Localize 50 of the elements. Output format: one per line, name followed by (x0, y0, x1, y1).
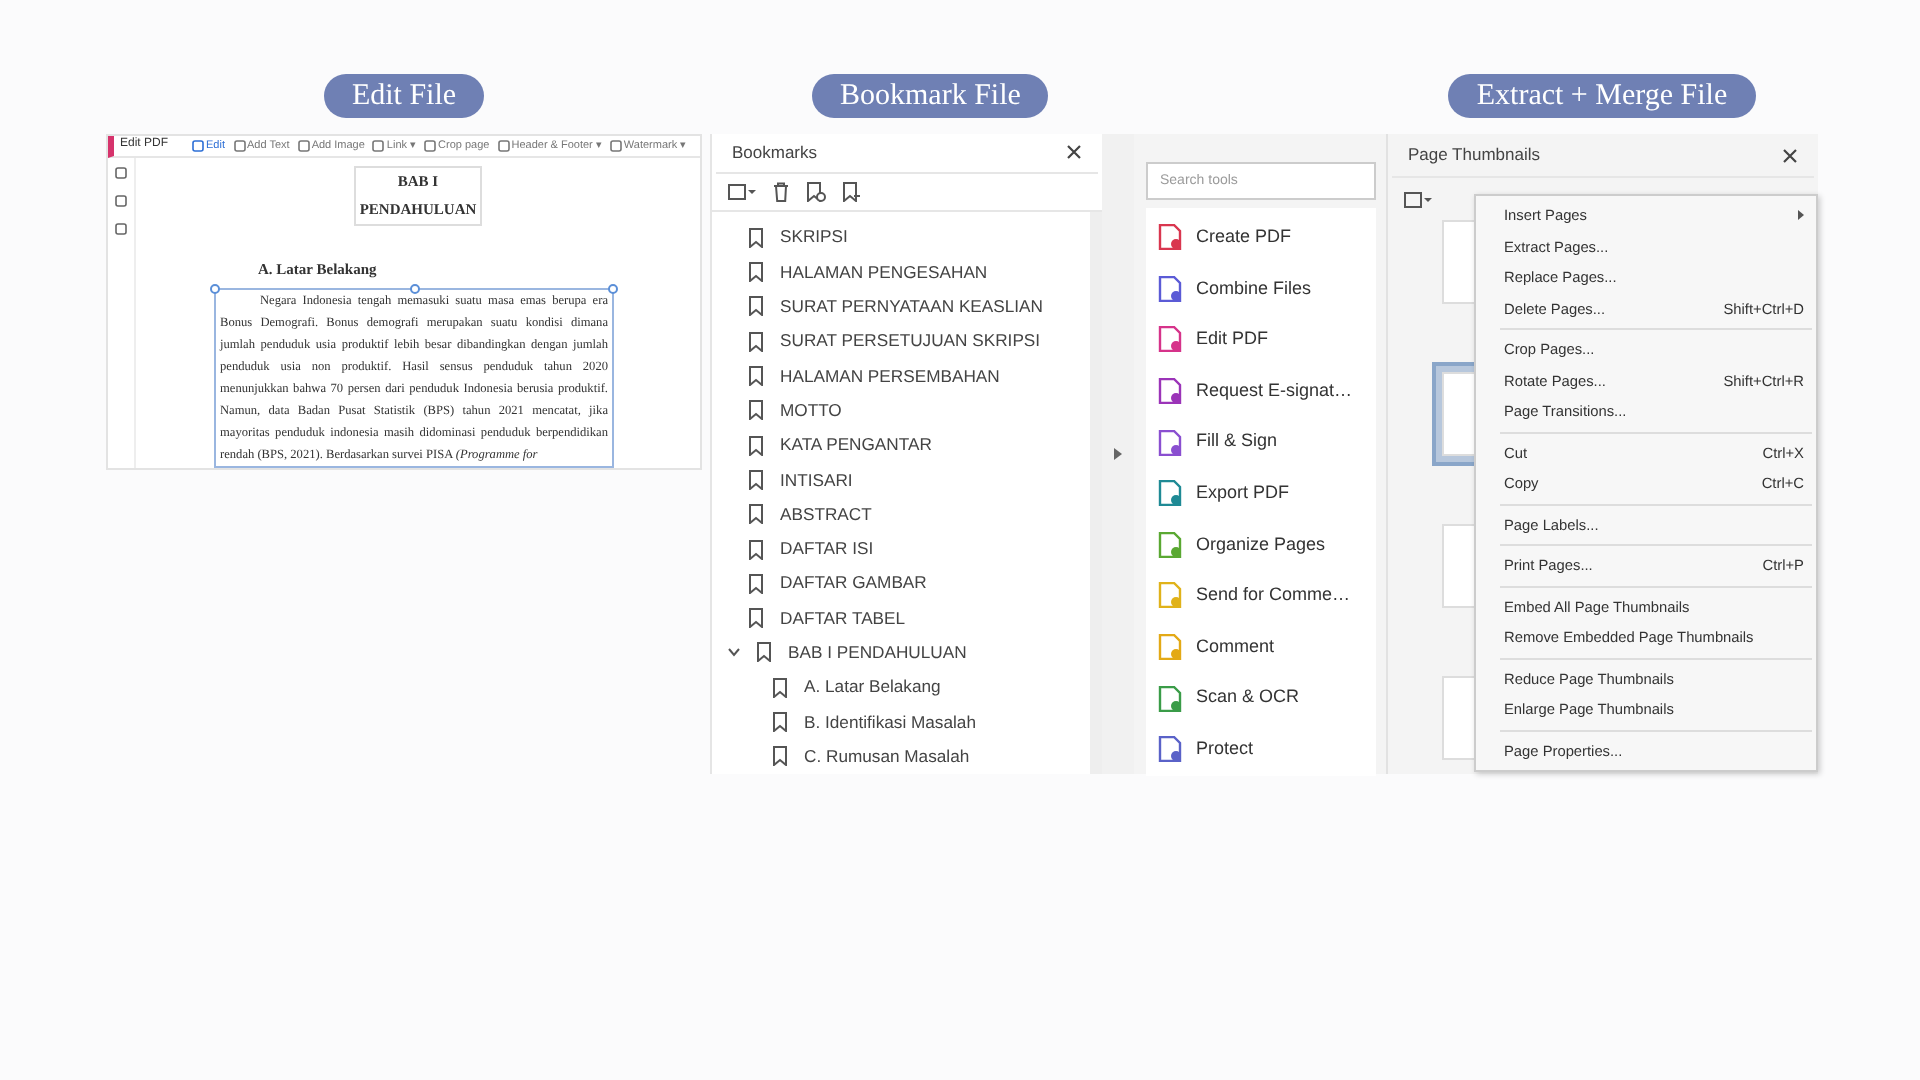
bookmark-item[interactable]: DAFTAR ISI (780, 536, 874, 563)
tool-item[interactable]: Comment (1146, 621, 1376, 673)
trash-icon[interactable] (772, 181, 790, 202)
bookmark-item[interactable]: HALAMAN PENGESAHAN (780, 259, 988, 286)
tool-item[interactable]: Protect (1146, 723, 1376, 776)
close-icon[interactable] (1066, 144, 1082, 161)
bookmark-item[interactable]: HALAMAN PERSEMBAHAN (780, 363, 1000, 390)
section-heading: Extract + Merge File (1448, 74, 1756, 118)
tool-icon (372, 139, 385, 152)
bookmark-item[interactable]: C. Rumusan Masalah (804, 743, 970, 770)
resize-handle[interactable] (210, 284, 220, 294)
panel-title: Bookmarks (732, 139, 818, 166)
bookmark-item[interactable]: SKRIPSI (780, 224, 848, 251)
tool-item[interactable]: Request E-signat… (1146, 365, 1376, 417)
tool-icon (609, 139, 622, 152)
section-heading: Bookmark File (812, 74, 1049, 118)
bookmark-item[interactable]: DAFTAR GAMBAR (780, 570, 927, 597)
tool-item[interactable]: Scan & OCR (1146, 672, 1376, 724)
bookmark-item[interactable]: BAB I PENDAHULUAN (788, 640, 967, 666)
tool-icon (497, 139, 510, 152)
bookmark-item[interactable]: ABSTRACT (780, 501, 872, 528)
tool-icon (424, 139, 437, 152)
tool-item[interactable]: Send for Comme… (1146, 570, 1376, 622)
section-heading: Edit File (323, 74, 485, 118)
collapse-caret-icon[interactable] (728, 646, 740, 659)
bookmark-item[interactable]: KATA PENGANTAR (780, 432, 932, 459)
tool-item[interactable]: Edit PDF (1146, 314, 1376, 366)
bookmark-item[interactable]: A. Latar Belakang (804, 674, 941, 701)
tool-item[interactable]: Fill & Sign (1146, 416, 1376, 468)
tool-icon (297, 139, 310, 152)
bookmark-item[interactable]: INTISARI (780, 467, 853, 493)
add-bookmark-icon[interactable] (806, 181, 826, 202)
bookmark-item[interactable]: DAFTAR TABEL (780, 605, 906, 632)
options-icon[interactable] (1404, 192, 1432, 208)
tool-item[interactable]: Combine Files (1146, 263, 1376, 315)
bookmark-item[interactable]: B. Identifikasi Masalah (804, 709, 976, 735)
resize-handle[interactable] (410, 284, 420, 294)
bookmark-item[interactable]: SURAT PERSETUJUAN SKRIPSI (780, 328, 1041, 355)
tool-icon (192, 139, 205, 152)
tool-icon (233, 139, 245, 152)
bookmark-item[interactable]: SURAT PERNYATAAN KEASLIAN (780, 294, 1043, 320)
tool-item[interactable]: Organize Pages (1146, 519, 1376, 571)
tool-item[interactable]: Export PDF (1146, 467, 1376, 520)
expand-arrow-icon[interactable] (1114, 448, 1122, 460)
close-icon[interactable] (1782, 147, 1798, 163)
resize-handle[interactable] (608, 284, 618, 294)
tool-item[interactable]: Create PDF (1146, 212, 1376, 264)
bookmark-item[interactable]: MOTTO (780, 397, 842, 424)
options-icon[interactable] (728, 183, 756, 200)
panel-title: Page Thumbnails (1408, 142, 1540, 168)
